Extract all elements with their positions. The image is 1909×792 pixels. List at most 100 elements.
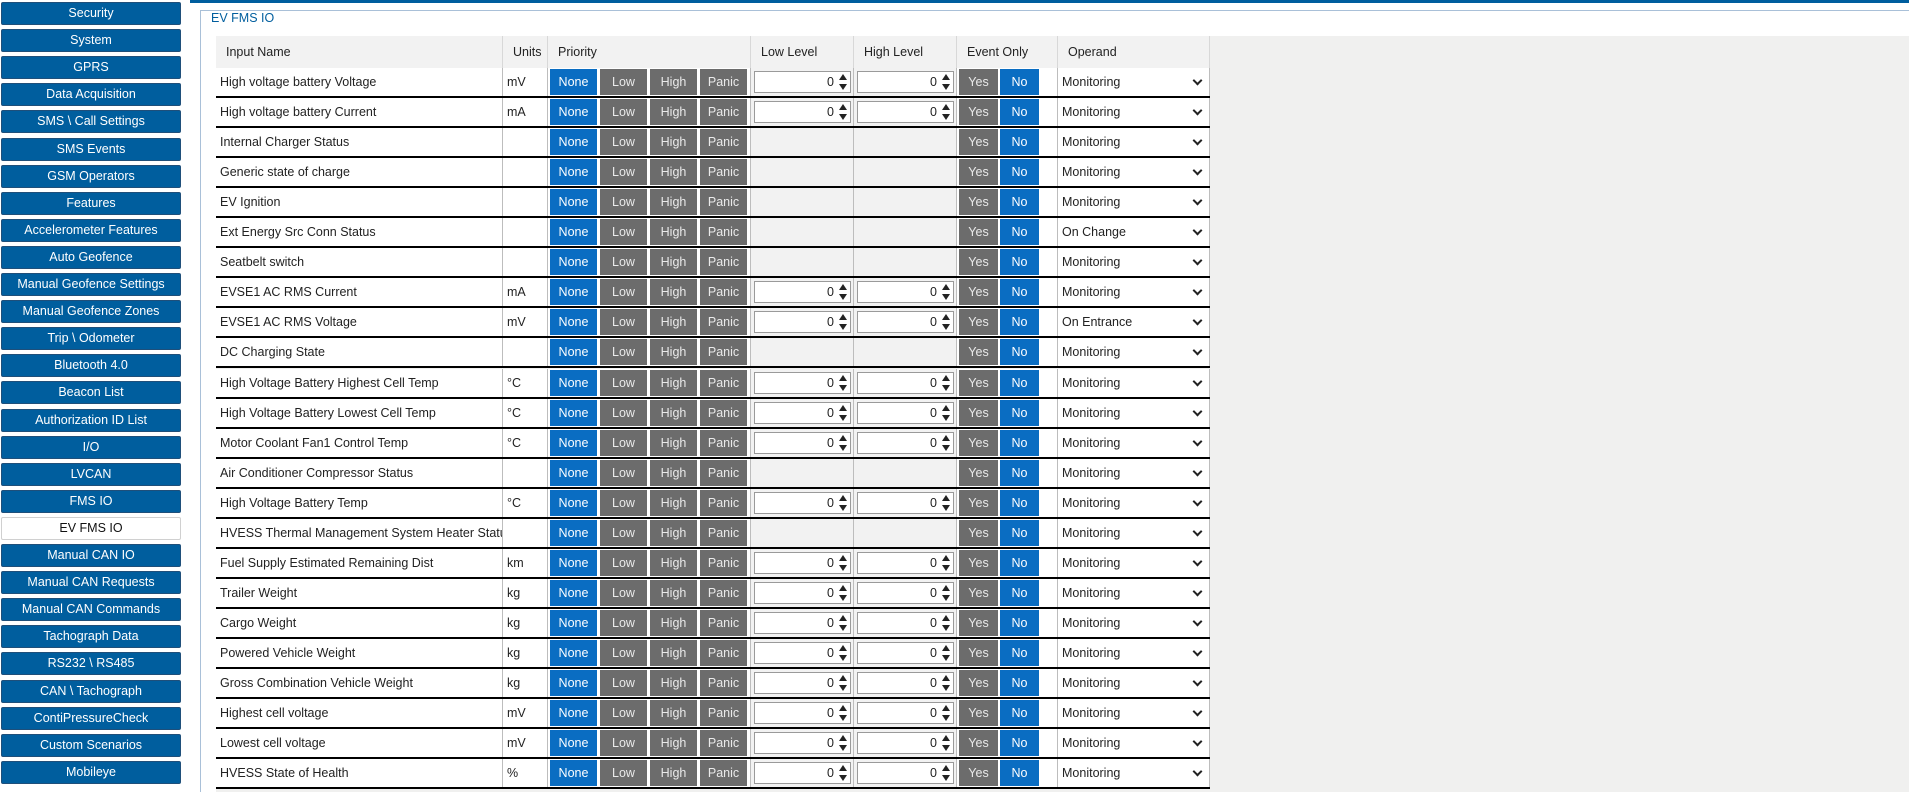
high-level-stepper[interactable]: 0 bbox=[857, 762, 954, 785]
event-only-yes-button[interactable]: Yes bbox=[959, 369, 998, 396]
decrement-icon[interactable] bbox=[839, 715, 847, 722]
priority-panic-button[interactable]: Panic bbox=[700, 609, 747, 636]
low-level-stepper[interactable]: 0 bbox=[754, 732, 851, 755]
low-level-stepper[interactable]: 0 bbox=[754, 672, 851, 694]
high-level-stepper[interactable]: 0 bbox=[857, 641, 954, 664]
low-level-stepper[interactable]: 0 bbox=[754, 311, 851, 334]
increment-icon[interactable] bbox=[942, 314, 950, 321]
operand-dropdown[interactable]: Monitoring bbox=[1058, 248, 1209, 276]
increment-icon[interactable] bbox=[839, 735, 847, 742]
high-level-stepper[interactable]: 0 bbox=[857, 281, 954, 304]
priority-panic-button[interactable]: Panic bbox=[700, 69, 747, 95]
decrement-icon[interactable] bbox=[942, 84, 950, 90]
decrement-icon[interactable] bbox=[839, 564, 847, 571]
operand-dropdown[interactable]: Monitoring bbox=[1058, 669, 1209, 697]
event-only-yes-button[interactable]: Yes bbox=[959, 249, 998, 276]
increment-icon[interactable] bbox=[942, 494, 950, 501]
high-level-stepper[interactable]: 0 bbox=[857, 672, 954, 694]
priority-none-button[interactable]: None bbox=[550, 609, 597, 636]
priority-panic-button[interactable]: Panic bbox=[700, 549, 747, 576]
decrement-icon[interactable] bbox=[839, 624, 847, 631]
priority-high-button[interactable]: High bbox=[650, 399, 697, 426]
sidebar-item-sms-events[interactable]: SMS Events bbox=[1, 137, 181, 161]
decrement-icon[interactable] bbox=[942, 624, 950, 631]
priority-none-button[interactable]: None bbox=[550, 189, 597, 216]
priority-none-button[interactable]: None bbox=[550, 129, 597, 156]
priority-high-button[interactable]: High bbox=[650, 69, 697, 95]
header-high-level[interactable]: High Level bbox=[854, 36, 957, 68]
sidebar-item-accelerometer-features[interactable]: Accelerometer Features bbox=[1, 218, 181, 242]
low-level-stepper[interactable]: 0 bbox=[754, 401, 851, 424]
high-level-stepper[interactable]: 0 bbox=[857, 551, 954, 574]
high-level-value[interactable]: 0 bbox=[930, 373, 937, 393]
priority-low-button[interactable]: Low bbox=[600, 309, 647, 336]
event-only-yes-button[interactable]: Yes bbox=[959, 459, 998, 486]
priority-low-button[interactable]: Low bbox=[600, 429, 647, 456]
decrement-icon[interactable] bbox=[839, 414, 847, 421]
event-only-no-button[interactable]: No bbox=[1000, 519, 1039, 546]
increment-icon[interactable] bbox=[942, 74, 950, 80]
operand-dropdown[interactable]: On Entrance bbox=[1058, 308, 1209, 336]
priority-panic-button[interactable]: Panic bbox=[700, 279, 747, 306]
event-only-yes-button[interactable]: Yes bbox=[959, 609, 998, 636]
high-level-value[interactable]: 0 bbox=[930, 312, 937, 332]
operand-dropdown[interactable]: Monitoring bbox=[1058, 729, 1209, 757]
decrement-icon[interactable] bbox=[942, 715, 950, 722]
sidebar-item-bluetooth-4-0[interactable]: Bluetooth 4.0 bbox=[1, 354, 181, 378]
priority-low-button[interactable]: Low bbox=[600, 249, 647, 276]
sidebar-item-beacon-list[interactable]: Beacon List bbox=[1, 381, 181, 405]
high-level-stepper[interactable]: 0 bbox=[857, 491, 954, 514]
priority-high-button[interactable]: High bbox=[650, 609, 697, 636]
operand-dropdown[interactable]: Monitoring bbox=[1058, 519, 1209, 547]
high-level-stepper[interactable]: 0 bbox=[857, 71, 954, 93]
event-only-yes-button[interactable]: Yes bbox=[959, 339, 998, 366]
low-level-stepper[interactable]: 0 bbox=[754, 371, 851, 394]
sidebar-item-authorization-id-list[interactable]: Authorization ID List bbox=[1, 408, 181, 432]
high-level-stepper[interactable]: 0 bbox=[857, 431, 954, 454]
increment-icon[interactable] bbox=[942, 614, 950, 621]
priority-low-button[interactable]: Low bbox=[600, 159, 647, 186]
high-level-value[interactable]: 0 bbox=[930, 613, 937, 633]
priority-low-button[interactable]: Low bbox=[600, 399, 647, 426]
event-only-no-button[interactable]: No bbox=[1000, 579, 1039, 606]
operand-dropdown[interactable]: Monitoring bbox=[1058, 759, 1209, 787]
low-level-value[interactable]: 0 bbox=[827, 613, 834, 633]
decrement-icon[interactable] bbox=[839, 594, 847, 601]
low-level-value[interactable]: 0 bbox=[827, 72, 834, 92]
decrement-icon[interactable] bbox=[942, 685, 950, 691]
event-only-yes-button[interactable]: Yes bbox=[959, 519, 998, 546]
increment-icon[interactable] bbox=[942, 554, 950, 561]
decrement-icon[interactable] bbox=[839, 504, 847, 511]
priority-low-button[interactable]: Low bbox=[600, 279, 647, 306]
priority-panic-button[interactable]: Panic bbox=[700, 639, 747, 666]
priority-panic-button[interactable]: Panic bbox=[700, 369, 747, 396]
increment-icon[interactable] bbox=[839, 554, 847, 561]
low-level-value[interactable]: 0 bbox=[827, 282, 834, 302]
low-level-value[interactable]: 0 bbox=[827, 703, 834, 723]
event-only-no-button[interactable]: No bbox=[1000, 399, 1039, 426]
high-level-stepper[interactable]: 0 bbox=[857, 732, 954, 755]
priority-high-button[interactable]: High bbox=[650, 159, 697, 186]
priority-panic-button[interactable]: Panic bbox=[700, 760, 747, 787]
priority-high-button[interactable]: High bbox=[650, 129, 697, 156]
increment-icon[interactable] bbox=[839, 284, 847, 291]
priority-none-button[interactable]: None bbox=[550, 99, 597, 126]
event-only-yes-button[interactable]: Yes bbox=[959, 549, 998, 576]
event-only-no-button[interactable]: No bbox=[1000, 459, 1039, 486]
high-level-value[interactable]: 0 bbox=[930, 553, 937, 573]
increment-icon[interactable] bbox=[942, 284, 950, 291]
sidebar-item-system[interactable]: System bbox=[1, 29, 181, 53]
high-level-value[interactable]: 0 bbox=[930, 72, 937, 92]
event-only-no-button[interactable]: No bbox=[1000, 279, 1039, 306]
high-level-value[interactable]: 0 bbox=[930, 673, 937, 693]
priority-panic-button[interactable]: Panic bbox=[700, 459, 747, 486]
event-only-no-button[interactable]: No bbox=[1000, 99, 1039, 126]
operand-dropdown[interactable]: Monitoring bbox=[1058, 549, 1209, 577]
event-only-no-button[interactable]: No bbox=[1000, 159, 1039, 186]
decrement-icon[interactable] bbox=[839, 745, 847, 752]
decrement-icon[interactable] bbox=[839, 324, 847, 331]
sidebar-item-sms-call-settings[interactable]: SMS \ Call Settings bbox=[1, 110, 181, 134]
event-only-no-button[interactable]: No bbox=[1000, 639, 1039, 666]
sidebar-item-ev-fms-io[interactable]: EV FMS IO bbox=[1, 516, 181, 540]
increment-icon[interactable] bbox=[839, 675, 847, 681]
